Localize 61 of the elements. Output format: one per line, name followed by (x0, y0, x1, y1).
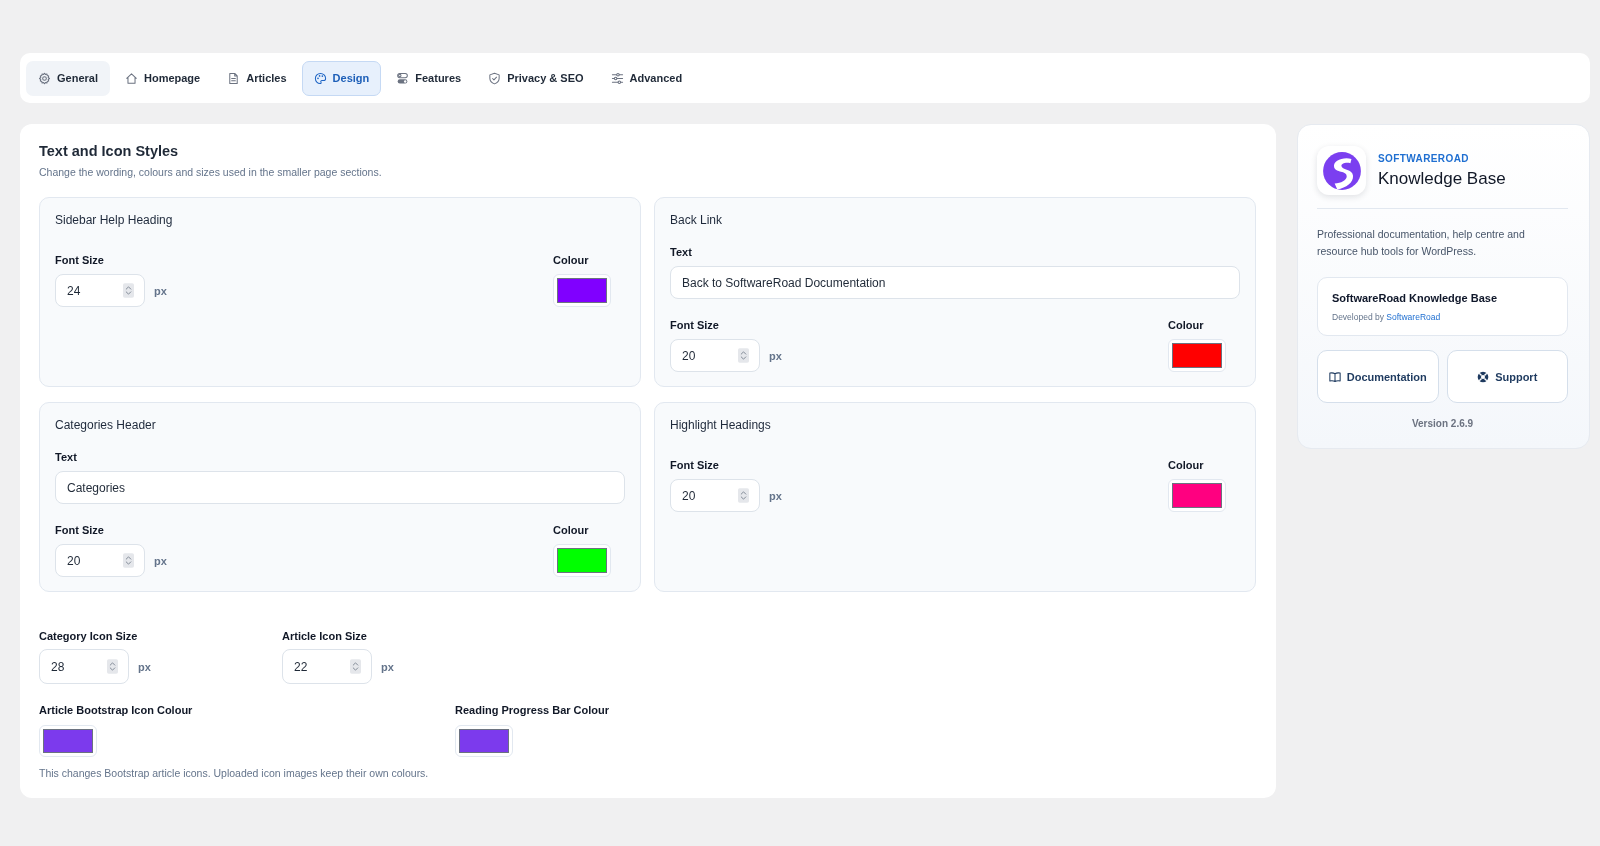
tab[interactable]: Features (384, 60, 474, 96)
field-label: Colour (1168, 318, 1205, 333)
field-label: Colour (553, 523, 590, 538)
tab[interactable]: General (26, 60, 110, 96)
card-title: Back Link (670, 212, 724, 229)
field-label: Category Icon Size (39, 629, 139, 644)
unit-label: px (769, 489, 782, 502)
section-description: Change the wording, colours and sizes used in the smaller page sections. (39, 165, 383, 179)
card-title: Categories Header (55, 417, 157, 434)
tab[interactable]: Advanced (598, 60, 695, 96)
tab[interactable]: Privacy & SEO (476, 60, 596, 96)
card-title: Sidebar Help Heading (55, 212, 174, 229)
unit-label: px (154, 284, 167, 297)
field-label: Colour (1168, 458, 1205, 473)
document-icon (227, 71, 241, 85)
field-label: Article Icon Size (282, 629, 368, 644)
field-label: Text (55, 450, 78, 465)
field-label: Font Size (55, 253, 105, 268)
number-field[interactable]: 22 (282, 649, 372, 684)
shield-icon (488, 71, 502, 85)
field-label: Font Size (55, 523, 105, 538)
text-field[interactable]: Back to SoftwareRoad Documentation (670, 266, 1240, 299)
tab[interactable]: Design (301, 60, 382, 96)
sliders-icon (610, 71, 624, 85)
number-field[interactable]: 20 (670, 479, 760, 512)
unit-label: px (138, 660, 151, 673)
card-title: Highlight Headings (670, 417, 772, 434)
unit-label: px (154, 554, 167, 567)
palette-icon (313, 71, 327, 85)
version-label: Version 2.6.9 (1410, 418, 1475, 429)
book-icon (1328, 370, 1341, 383)
field-label: Colour (553, 253, 590, 268)
field-label: Font Size (670, 318, 720, 333)
product-description: Professional documentation, help centre and resource hub tools for WordPress. (1317, 227, 1526, 259)
help-note: This changes Bootstrap article icons. Uploaded icon images keep their own colours. (39, 766, 430, 781)
unit-label: px (381, 660, 394, 673)
developer-link[interactable]: SoftwareRoad (1386, 312, 1441, 322)
section-title: Text and Icon Styles (39, 142, 180, 161)
tab[interactable]: Articles (215, 60, 299, 96)
number-field[interactable]: 28 (39, 649, 129, 684)
lifebuoy-icon (1477, 370, 1490, 383)
logo-icon (1317, 146, 1366, 195)
link-button[interactable]: Documentation (1317, 350, 1439, 403)
developer-credit: Developed by SoftwareRoad (1332, 311, 1442, 323)
tab[interactable]: Homepage (112, 60, 213, 96)
text-field[interactable]: Categories (55, 471, 625, 504)
product-name: Knowledge Base (1378, 167, 1506, 190)
gear-icon (38, 71, 51, 85)
house-icon (124, 71, 138, 85)
unit-label: px (769, 349, 782, 362)
field-label: Text (670, 245, 693, 260)
link-button[interactable]: Support (1446, 350, 1568, 403)
field-label: Article Bootstrap Icon Colour (39, 703, 194, 718)
field-label: Reading Progress Bar Colour (455, 703, 611, 718)
toggle-icon (396, 71, 410, 85)
number-field[interactable]: 24 (55, 274, 145, 307)
number-field[interactable]: 20 (670, 339, 760, 372)
field-label: Font Size (670, 458, 720, 473)
number-field[interactable]: 20 (55, 544, 145, 577)
brand-name: SOFTWAREROAD (1378, 151, 1470, 165)
plugin-name: SoftwareRoad Knowledge Base (1332, 291, 1499, 306)
